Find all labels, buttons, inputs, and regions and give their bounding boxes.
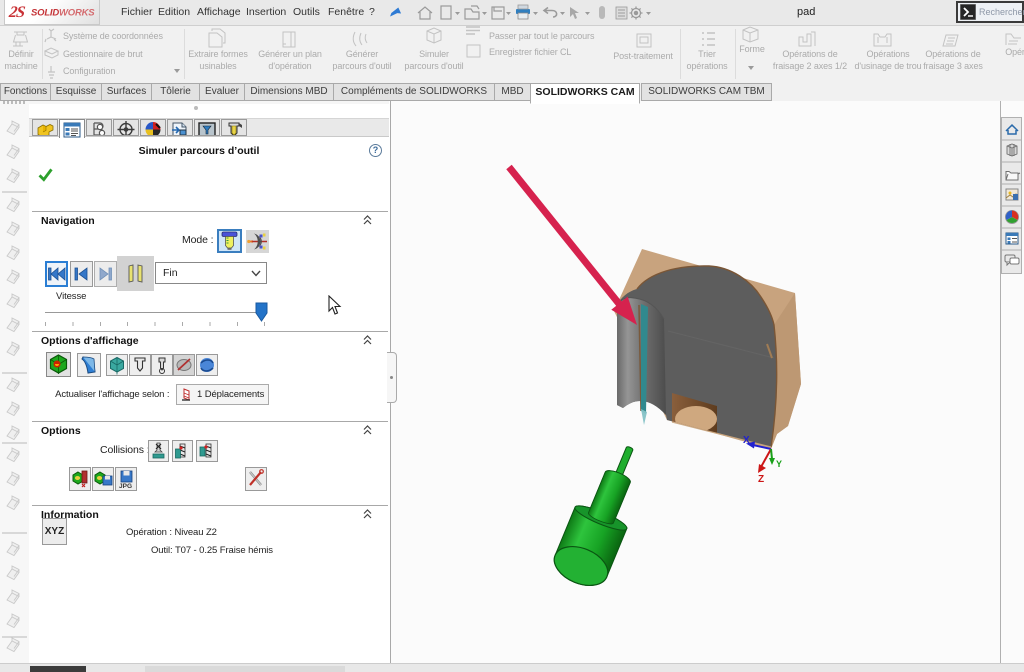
svg-text:JPG: JPG	[119, 483, 132, 490]
svg-text:Y: Y	[776, 459, 782, 469]
svg-text:2S: 2S	[7, 4, 26, 21]
svg-text:SOLIDWORKS: SOLIDWORKS	[31, 8, 95, 19]
svg-text:X: X	[743, 435, 750, 446]
svg-text:Z: Z	[758, 474, 764, 485]
